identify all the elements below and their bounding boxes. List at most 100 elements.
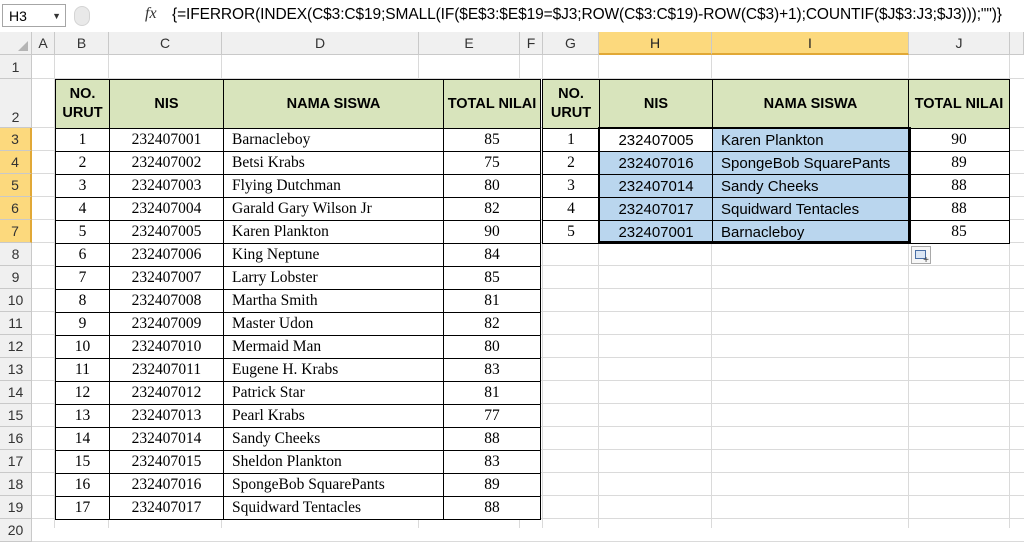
table-cell[interactable]: 88: [908, 174, 1010, 198]
table-cell[interactable]: 15: [55, 450, 110, 474]
table-cell[interactable]: 232407005: [109, 220, 224, 244]
column-header-j[interactable]: J: [909, 32, 1010, 55]
table-cell[interactable]: 85: [908, 220, 1010, 244]
row-header-20[interactable]: 20: [0, 519, 32, 542]
header-cell[interactable]: NAMA SISWA: [712, 79, 909, 129]
table-cell[interactable]: 83: [443, 450, 541, 474]
table-cell[interactable]: Karen Plankton: [223, 220, 444, 244]
table-cell[interactable]: King Neptune: [223, 243, 444, 267]
table-cell[interactable]: 85: [443, 128, 541, 152]
column-header-b[interactable]: B: [55, 32, 109, 55]
row-header-16[interactable]: 16: [0, 427, 32, 450]
table-cell[interactable]: 80: [443, 335, 541, 359]
header-cell[interactable]: NIS: [599, 79, 713, 129]
function-icon[interactable]: fx: [145, 5, 157, 23]
table-cell[interactable]: 6: [55, 243, 110, 267]
table-cell[interactable]: 83: [443, 358, 541, 382]
table-cell[interactable]: 232407005: [599, 128, 713, 152]
table-cell[interactable]: 232407017: [109, 496, 224, 520]
header-cell[interactable]: TOTAL NILAI: [908, 79, 1010, 129]
table-cell[interactable]: 77: [443, 404, 541, 428]
table-cell[interactable]: Squidward Tentacles: [223, 496, 444, 520]
table-cell[interactable]: Karen Plankton: [712, 128, 909, 152]
row-header-3[interactable]: 3: [0, 128, 32, 151]
table-cell[interactable]: Eugene H. Krabs: [223, 358, 444, 382]
row-header-12[interactable]: 12: [0, 335, 32, 358]
table-cell[interactable]: 88: [443, 427, 541, 451]
table-cell[interactable]: 5: [542, 220, 600, 244]
table-cell[interactable]: 80: [443, 174, 541, 198]
table-cell[interactable]: 75: [443, 151, 541, 175]
table-cell[interactable]: 8: [55, 289, 110, 313]
table-cell[interactable]: 232407016: [109, 473, 224, 497]
table-cell[interactable]: 85: [443, 266, 541, 290]
table-cell[interactable]: Barnacleboy: [223, 128, 444, 152]
table-cell[interactable]: 1: [55, 128, 110, 152]
row-header-15[interactable]: 15: [0, 404, 32, 427]
table-cell[interactable]: 2: [542, 151, 600, 175]
row-header-4[interactable]: 4: [0, 151, 32, 174]
column-header-h[interactable]: H: [599, 32, 712, 55]
column-header-g[interactable]: G: [543, 32, 599, 55]
table-cell[interactable]: Sandy Cheeks: [223, 427, 444, 451]
table-cell[interactable]: 232407014: [109, 427, 224, 451]
row-header-5[interactable]: 5: [0, 174, 32, 197]
table-cell[interactable]: Squidward Tentacles: [712, 197, 909, 221]
row-header-6[interactable]: 6: [0, 197, 32, 220]
name-box[interactable]: H3 ▼: [2, 4, 66, 27]
select-all-button[interactable]: [0, 32, 32, 55]
table-cell[interactable]: 5: [55, 220, 110, 244]
column-header-d[interactable]: D: [222, 32, 419, 55]
row-header-1[interactable]: 1: [0, 55, 32, 79]
row-header-17[interactable]: 17: [0, 450, 32, 473]
table-cell[interactable]: 232407016: [599, 151, 713, 175]
table-cell[interactable]: 82: [443, 197, 541, 221]
table-cell[interactable]: 232407001: [599, 220, 713, 244]
row-header-2[interactable]: 2: [0, 79, 32, 128]
column-header-f[interactable]: F: [520, 32, 543, 55]
table-cell[interactable]: 232407008: [109, 289, 224, 313]
table-cell[interactable]: 232407006: [109, 243, 224, 267]
table-cell[interactable]: 232407010: [109, 335, 224, 359]
column-header-a[interactable]: A: [32, 32, 55, 55]
row-header-10[interactable]: 10: [0, 289, 32, 312]
table-cell[interactable]: 232407003: [109, 174, 224, 198]
table-cell[interactable]: 1: [542, 128, 600, 152]
table-cell[interactable]: Pearl Krabs: [223, 404, 444, 428]
table-cell[interactable]: Patrick Star: [223, 381, 444, 405]
table-cell[interactable]: 232407002: [109, 151, 224, 175]
table-cell[interactable]: 88: [908, 197, 1010, 221]
table-cell[interactable]: 84: [443, 243, 541, 267]
table-cell[interactable]: 4: [55, 197, 110, 221]
table-cell[interactable]: 90: [908, 128, 1010, 152]
table-cell[interactable]: 232407013: [109, 404, 224, 428]
table-cell[interactable]: 89: [443, 473, 541, 497]
row-header-9[interactable]: 9: [0, 266, 32, 289]
table-cell[interactable]: 11: [55, 358, 110, 382]
table-cell[interactable]: 232407007: [109, 266, 224, 290]
table-cell[interactable]: 7: [55, 266, 110, 290]
column-header-i[interactable]: I: [712, 32, 909, 55]
column-header-k[interactable]: [1010, 32, 1024, 55]
table-cell[interactable]: 232407017: [599, 197, 713, 221]
formula-input[interactable]: {=IFERROR(INDEX(C$3:C$19;SMALL(IF($E$3:$…: [172, 6, 1002, 24]
column-header-c[interactable]: C: [109, 32, 222, 55]
paste-options-icon[interactable]: [911, 246, 931, 266]
table-cell[interactable]: 3: [55, 174, 110, 198]
table-cell[interactable]: 81: [443, 381, 541, 405]
table-cell[interactable]: 4: [542, 197, 600, 221]
header-cell[interactable]: NAMA SISWA: [223, 79, 444, 129]
row-header-18[interactable]: 18: [0, 473, 32, 496]
table-cell[interactable]: 17: [55, 496, 110, 520]
header-cell[interactable]: TOTAL NILAI: [443, 79, 541, 129]
table-cell[interactable]: 232407012: [109, 381, 224, 405]
row-header-13[interactable]: 13: [0, 358, 32, 381]
row-header-11[interactable]: 11: [0, 312, 32, 335]
table-cell[interactable]: 89: [908, 151, 1010, 175]
table-cell[interactable]: 2: [55, 151, 110, 175]
table-cell[interactable]: SpongeBob SquarePants: [223, 473, 444, 497]
formula-bar-splitter[interactable]: [74, 6, 90, 26]
table-cell[interactable]: Sandy Cheeks: [712, 174, 909, 198]
table-cell[interactable]: Mermaid Man: [223, 335, 444, 359]
table-cell[interactable]: Barnacleboy: [712, 220, 909, 244]
